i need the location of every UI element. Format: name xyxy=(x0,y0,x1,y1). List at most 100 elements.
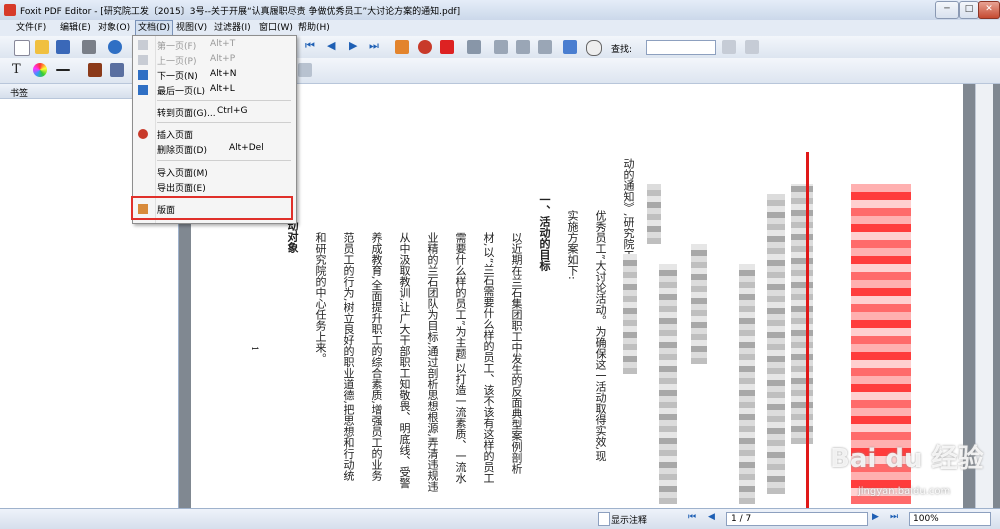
menu-edit[interactable]: 编辑(E) xyxy=(58,21,93,35)
new-document-icon[interactable] xyxy=(14,40,30,56)
distribute-icon[interactable] xyxy=(538,40,552,54)
page-number: 1 xyxy=(250,346,259,352)
menu-item-shortcut: Alt+Del xyxy=(229,143,264,153)
page-setup-icon[interactable] xyxy=(563,40,577,54)
prev-page-icon[interactable]: ◀ xyxy=(327,39,335,52)
menu-item-label: 导出页面(E) xyxy=(157,184,206,194)
menu-item-shortcut: Ctrl+G xyxy=(217,106,248,116)
menu-filter[interactable]: 过滤器(I) xyxy=(212,21,253,35)
redacted-block xyxy=(647,184,661,244)
menu-item-label: 下一页(N) xyxy=(157,72,198,82)
menu-item-label: 第一页(F) xyxy=(157,42,197,52)
next-page-icon xyxy=(138,70,148,80)
search-label: 查找: xyxy=(611,45,633,55)
status-next-page-icon[interactable]: ▶ xyxy=(872,512,879,522)
zoom-value: 100% xyxy=(913,514,939,524)
app-logo-icon xyxy=(4,4,16,16)
status-prev-page-icon[interactable]: ◀ xyxy=(708,512,715,522)
layout-icon[interactable] xyxy=(494,40,508,54)
redacted-block xyxy=(767,194,785,494)
minimize-button[interactable]: ─ xyxy=(935,1,959,19)
doc-text-column: 动的通知》,研究院工 xyxy=(622,158,635,261)
menu-view[interactable]: 视图(V) xyxy=(174,21,209,35)
maximize-button[interactable]: □ xyxy=(959,1,979,19)
menu-item-export-page[interactable]: 导出页面(E) xyxy=(133,180,296,194)
search-next-icon[interactable] xyxy=(745,40,759,54)
menu-item-shortcut: Alt+L xyxy=(210,84,235,94)
redacted-block xyxy=(791,184,813,444)
menu-item-first-page[interactable]: 第一页(F) Alt+T xyxy=(133,38,296,52)
next-page-icon[interactable]: ▶ xyxy=(349,39,357,52)
fill-icon[interactable] xyxy=(88,63,102,77)
doc-text-column: 养成教育,全面提升职工的综合素质,增强员工的业务 xyxy=(370,232,383,481)
menu-window[interactable]: 窗口(W) xyxy=(257,21,295,35)
window-title: Foxit PDF Editor - [研究院工发〔2015〕3号--关于开展“… xyxy=(20,7,461,17)
search-prev-icon[interactable] xyxy=(722,40,736,54)
menu-item-last-page[interactable]: 最后一页(L) Alt+L xyxy=(133,83,296,97)
prev-page-icon xyxy=(138,55,148,65)
menu-document[interactable]: 文档(D) xyxy=(135,20,173,36)
doc-text-column: 需要什么样的员工”为主题,以打造一流素质、一流水 xyxy=(454,232,467,484)
bookmark-panel-title: 书签 xyxy=(10,89,29,99)
info-icon[interactable] xyxy=(108,40,122,54)
menu-item-shortcut: Alt+N xyxy=(210,69,237,79)
close-button[interactable]: ✕ xyxy=(978,1,1000,19)
menu-item-label: 上一页(P) xyxy=(157,57,197,67)
red-separator-line xyxy=(806,152,809,510)
menu-item-import-page[interactable]: 导入页面(M) xyxy=(133,165,296,179)
menu-separator xyxy=(157,122,291,123)
doc-text-column: 从中汲取教训,让广大干部职工知敬畏、明底线、受警 xyxy=(398,232,411,489)
last-page-icon[interactable]: ⏭ xyxy=(369,39,379,53)
status-last-page-icon[interactable]: ⏭ xyxy=(890,512,898,522)
print-icon[interactable] xyxy=(82,40,96,54)
text-insert-icon[interactable]: T xyxy=(12,62,21,77)
menu-bar: 文件(F) 编辑(E) 对象(O) 文档(D) 视图(V) 过滤器(I) 窗口(… xyxy=(0,20,1000,36)
menu-separator xyxy=(157,100,291,101)
doc-text-column: 范员工的行为,树立良好的职业道德,把思想和行动统 xyxy=(342,232,355,481)
show-annotations-checkbox[interactable] xyxy=(598,512,610,526)
status-first-page-icon[interactable]: ⏮ xyxy=(688,512,696,522)
menu-item-goto-page[interactable]: 转到页面(G)... Ctrl+G xyxy=(133,105,296,119)
menu-item-label: 转到页面(G)... xyxy=(157,109,216,119)
menu-file[interactable]: 文件(F) xyxy=(14,21,48,35)
doc-text-column: 实施方案如下: xyxy=(566,210,579,280)
redacted-block xyxy=(659,264,677,504)
insert-page-icon xyxy=(138,129,148,139)
menu-item-prev-page[interactable]: 上一页(P) Alt+P xyxy=(133,53,296,67)
menu-separator xyxy=(157,160,291,161)
menu-item-label: 删除页面(D) xyxy=(157,146,207,156)
search-input[interactable] xyxy=(646,40,716,55)
text-tool-icon[interactable] xyxy=(586,40,602,56)
align-icon[interactable] xyxy=(516,40,530,54)
open-folder-icon[interactable] xyxy=(35,40,49,54)
edit-icon[interactable] xyxy=(110,63,124,77)
doc-text-column: 动对象 xyxy=(286,220,299,253)
color-wheel-icon[interactable] xyxy=(33,63,47,77)
rotate-icon[interactable] xyxy=(418,40,432,54)
first-page-icon[interactable]: ⏮ xyxy=(305,39,315,53)
first-page-icon xyxy=(138,40,148,50)
page-indicator[interactable]: 1 / 7 xyxy=(726,512,868,526)
menu-item-next-page[interactable]: 下一页(N) Alt+N xyxy=(133,68,296,82)
highlight-box xyxy=(131,196,293,220)
show-annotations-label: 显示注释 xyxy=(611,516,648,526)
save-icon[interactable] xyxy=(56,40,70,54)
menu-item-insert-page[interactable]: 插入页面 xyxy=(133,127,296,141)
grid-icon[interactable] xyxy=(467,40,481,54)
menu-item-shortcut: Alt+P xyxy=(210,54,236,64)
line-style-icon[interactable] xyxy=(56,69,70,71)
doc-heading: 一、活动的目标 xyxy=(538,194,551,271)
zoom-select[interactable]: 100% xyxy=(909,512,991,526)
doc-text-column: 材,以“兰石需要什么样的员工、该不该有这样的员工 xyxy=(482,232,495,484)
dropdown-tool-icon[interactable] xyxy=(298,63,312,77)
insert-page-icon[interactable] xyxy=(395,40,409,54)
page-indicator-text: 1 / 7 xyxy=(731,514,752,524)
doc-text-column: 以近期在兰石集团职工中发生的反面典型案例剖析 xyxy=(510,232,523,474)
doc-text-column: 业精的兰石团队为目标,通过剖析思想根源,弄清违规违 xyxy=(426,232,439,492)
menu-item-label: 最后一页(L) xyxy=(157,87,206,97)
delete-page-icon[interactable] xyxy=(440,40,454,54)
menu-item-delete-page[interactable]: 删除页面(D) Alt+Del xyxy=(133,142,296,156)
doc-text-column: 优秀员工”大讨论活动。为确保这一活动取得实效,现 xyxy=(594,210,607,462)
menu-help[interactable]: 帮助(H) xyxy=(296,21,332,35)
menu-object[interactable]: 对象(O) xyxy=(96,21,132,35)
